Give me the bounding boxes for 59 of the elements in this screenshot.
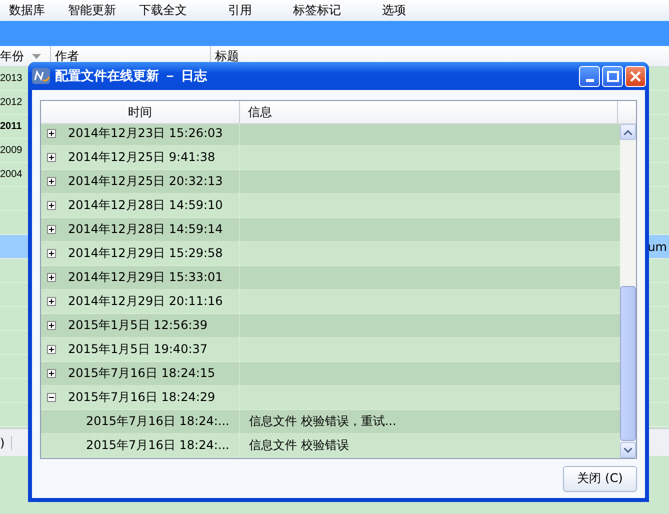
year-cell: 2009: [0, 145, 22, 156]
expander-icon[interactable]: [47, 345, 56, 354]
time-cell: 2015年7月16日 18:24:...: [86, 413, 230, 430]
minimize-button[interactable]: [579, 66, 600, 86]
time-cell: 2015年7月16日 18:24:29: [68, 389, 216, 406]
time-cell: 2014年12月23日 15:26:03: [68, 125, 223, 142]
menu-item[interactable]: 引用: [219, 2, 252, 19]
year-cell: 2012: [0, 97, 22, 108]
time-cell: 2014年12月29日 15:33:01: [68, 269, 223, 286]
year-cell: 2011: [0, 121, 22, 132]
scrollbar[interactable]: [620, 124, 636, 458]
scroll-down-button[interactable]: [620, 442, 636, 458]
year-cell: 2013: [0, 73, 22, 84]
time-cell: 2014年12月25日 9:41:38: [68, 149, 216, 166]
menu-item[interactable]: 数据库: [0, 2, 45, 19]
time-cell: 2014年12月25日 20:32:13: [68, 173, 223, 190]
close-button[interactable]: [625, 66, 646, 86]
expander-icon[interactable]: [47, 201, 56, 210]
status-text: ): [0, 436, 12, 450]
menu-item[interactable]: 智能更新: [59, 2, 116, 19]
expander-icon[interactable]: [47, 369, 56, 378]
caret-down-icon: [624, 448, 632, 452]
title-cell-text: um: [648, 240, 668, 254]
maximize-button[interactable]: [602, 66, 623, 86]
expander-icon[interactable]: [47, 225, 56, 234]
caret-up-icon: [624, 130, 632, 134]
menu-item[interactable]: 下载全文: [130, 2, 187, 19]
time-cell: 2015年7月16日 18:24:15: [68, 365, 216, 382]
time-cell: 2014年12月29日 20:11:16: [68, 293, 223, 310]
time-cell: 2014年12月29日 15:29:58: [68, 245, 223, 262]
column-header[interactable]: 标题: [211, 46, 669, 66]
scroll-thumb[interactable]: [620, 286, 636, 441]
expander-icon[interactable]: [47, 297, 56, 306]
expander-icon[interactable]: [47, 129, 56, 138]
time-cell: 2015年1月5日 19:40:37: [68, 341, 208, 358]
time-cell: 2014年12月28日 14:59:14: [68, 221, 223, 238]
expander-icon[interactable]: [47, 249, 56, 258]
message-cell: 信息文件 校验错误，重试...: [249, 413, 396, 430]
close-dialog-button[interactable]: 关闭 (C): [563, 466, 637, 492]
menu-item[interactable]: 选项: [373, 2, 406, 19]
column-header[interactable]: 时间: [41, 101, 240, 123]
time-cell: 2015年7月16日 18:24:...: [86, 437, 230, 454]
column-header[interactable]: 信息: [240, 101, 618, 123]
menu-item[interactable]: 标签标记: [284, 2, 341, 19]
maximize-icon: [606, 70, 618, 82]
expander-icon[interactable]: [47, 393, 56, 402]
window-title: 配置文件在线更新 － 日志: [55, 68, 208, 85]
year-cell: 2004: [0, 169, 22, 180]
scroll-up-button[interactable]: [620, 124, 636, 140]
time-cell: 2014年12月28日 14:59:10: [68, 197, 223, 214]
app-icon: [32, 68, 50, 84]
message-cell: 信息文件 校验错误: [249, 437, 349, 454]
time-cell: 2015年1月5日 12:56:39: [68, 317, 208, 334]
expander-icon[interactable]: [47, 321, 56, 330]
close-icon: [630, 70, 641, 82]
minimize-icon: [586, 78, 594, 82]
expander-icon[interactable]: [47, 273, 56, 282]
expander-icon[interactable]: [47, 153, 56, 162]
expander-icon[interactable]: [47, 177, 56, 186]
